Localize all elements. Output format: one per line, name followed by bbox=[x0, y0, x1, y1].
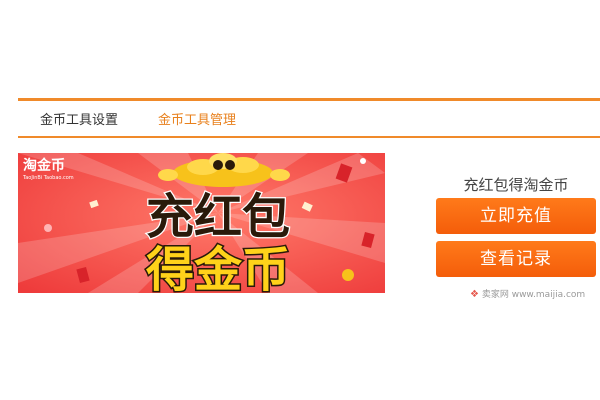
banner-logo: 淘金币 bbox=[23, 157, 65, 174]
banner-headline-line1: 充红包 bbox=[146, 189, 290, 245]
coin-tool-panel: 金币工具设置 金币工具管理 淘金币 TaoJinBi Taobao.com 充红… bbox=[18, 98, 600, 298]
banner-graphic: 淘金币 TaoJinBi Taobao.com 充红包 得金币 bbox=[18, 153, 385, 293]
banner-headline-line2: 得金币 bbox=[146, 242, 290, 293]
recharge-now-button[interactable]: 立即充值 bbox=[436, 198, 596, 234]
view-records-button[interactable]: 查看记录 bbox=[436, 241, 596, 277]
tab-coin-tool-settings[interactable]: 金币工具设置 bbox=[40, 113, 118, 129]
promo-banner[interactable]: 淘金币 TaoJinBi Taobao.com 充红包 得金币 bbox=[18, 153, 385, 293]
tab-divider bbox=[18, 136, 600, 138]
watermark-text: 卖家网 www.maijia.com bbox=[481, 290, 586, 300]
promo-description: 充红包得淘金币 bbox=[463, 176, 569, 194]
tab-bar: 金币工具设置 金币工具管理 bbox=[18, 101, 600, 137]
tab-coin-tool-management[interactable]: 金币工具管理 bbox=[158, 113, 236, 129]
watermark-logo-icon: ❖ bbox=[470, 289, 479, 300]
watermark: ❖ 卖家网 www.maijia.com bbox=[470, 287, 585, 300]
banner-logo-subtext: TaoJinBi Taobao.com bbox=[22, 175, 74, 181]
